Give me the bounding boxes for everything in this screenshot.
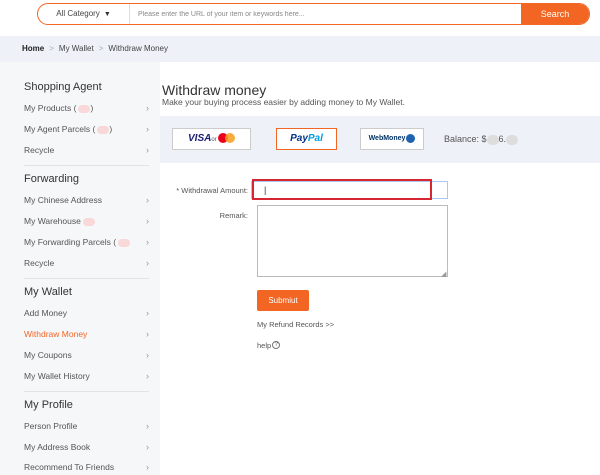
page-subtitle: Make your buying process easier by addin…	[162, 97, 405, 107]
sidebar-item-label: My Wallet History	[24, 371, 90, 381]
blurred-balance	[486, 134, 499, 145]
category-label: All Category	[56, 9, 100, 18]
sidebar-item-label: My Forwarding Parcels (	[24, 237, 117, 247]
search-input[interactable]	[138, 4, 518, 24]
breadcrumb-my-wallet[interactable]: My Wallet	[59, 44, 94, 53]
sidebar-item-label: My Coupons	[24, 350, 72, 360]
chevron-right-icon: ›	[146, 258, 149, 268]
sidebar-item-label: Recycle	[24, 145, 55, 155]
sidebar-item-label: My Agent Parcels (	[24, 124, 96, 134]
balance-display: Balance: $ 6.	[444, 134, 519, 145]
chevron-right-icon: ›	[146, 145, 149, 155]
help-label: help	[257, 341, 272, 350]
sidebar-item-label: Withdraw Money	[24, 329, 88, 339]
withdrawal-amount-input[interactable]: |	[251, 181, 448, 199]
visa-logo: VISA	[188, 133, 212, 144]
sidebar-item-label: Recycle	[24, 258, 55, 268]
chevron-right-icon: ›	[146, 124, 149, 134]
category-select[interactable]: All Category ▼	[38, 4, 130, 24]
or-label: or	[211, 137, 217, 143]
paypal-option[interactable]: PayPal	[276, 128, 337, 150]
blurred-count	[118, 238, 131, 247]
sidebar-item-my-forwarding-parcels[interactable]: My Forwarding Parcels ( ›	[24, 235, 149, 249]
sidebar-item-recycle-forwarding[interactable]: Recycle ›	[24, 256, 149, 270]
paypal-logo-pay: Pay	[290, 133, 308, 144]
refund-records-link[interactable]: My Refund Records >>	[257, 320, 334, 329]
chevron-right-icon: ›	[146, 195, 149, 205]
withdrawal-amount-label: * Withdrawal Amount:	[176, 186, 248, 195]
sidebar-item-my-address-book[interactable]: My Address Book ›	[24, 440, 149, 454]
blurred-balance	[506, 134, 519, 145]
visa-mastercard-option[interactable]: VISAor	[172, 128, 251, 150]
breadcrumb: Home > My Wallet > Withdraw Money	[0, 36, 600, 62]
sidebar-item-label: Person Profile	[24, 421, 78, 431]
sidebar-item-label: My Warehouse	[24, 216, 81, 226]
divider	[24, 165, 149, 166]
webmoney-option[interactable]: WebMoney	[360, 128, 424, 150]
sidebar-item-label: Add Money	[24, 308, 67, 318]
balance-label: Balance: $	[444, 134, 487, 144]
sidebar-item-my-coupons[interactable]: My Coupons ›	[24, 348, 149, 362]
question-icon: ?	[272, 341, 281, 349]
balance-tail: 6.	[498, 134, 507, 144]
chevron-right-icon: ›	[146, 329, 149, 339]
sidebar-item-label: My Products (	[24, 103, 77, 113]
sidebar-section-my-profile: My Profile	[24, 399, 73, 411]
chevron-right-icon: ›	[146, 216, 149, 226]
sidebar-item-label: My Address Book	[24, 442, 91, 452]
divider	[24, 391, 149, 392]
chevron-right-icon: ›	[146, 371, 149, 381]
sidebar-item-my-warehouse[interactable]: My Warehouse ›	[24, 214, 149, 228]
sidebar-item-withdraw-money[interactable]: Withdraw Money ›	[24, 327, 149, 341]
chevron-right-icon: >	[98, 44, 104, 53]
chevron-right-icon: ›	[146, 103, 149, 113]
sidebar-item-my-products[interactable]: My Products () ›	[24, 101, 149, 115]
chevron-right-icon: ›	[146, 308, 149, 318]
sidebar-item-recycle[interactable]: Recycle ›	[24, 143, 149, 157]
page-title: Withdraw money	[162, 82, 267, 98]
resize-grip-icon[interactable]: ◢	[441, 270, 446, 278]
paypal-logo-pal: Pal	[307, 133, 323, 144]
sidebar-item-add-money[interactable]: Add Money ›	[24, 306, 149, 320]
remark-label: Remark:	[219, 211, 248, 220]
caret-down-icon: ▼	[103, 11, 111, 18]
sidebar-item-label: Recommend To Friends	[24, 462, 115, 472]
webmoney-globe-icon	[406, 133, 416, 143]
search-button[interactable]: Search	[521, 4, 589, 24]
blurred-count	[97, 125, 110, 134]
chevron-right-icon: ›	[146, 350, 149, 360]
divider	[24, 278, 149, 279]
webmoney-logo: WebMoney	[368, 135, 406, 142]
sidebar-section-forwarding: Forwarding	[24, 173, 80, 185]
payment-method-panel: VISAor PayPal WebMoney Balance: $ 6.	[160, 116, 600, 163]
remark-textarea[interactable]	[257, 205, 448, 277]
submit-button[interactable]: Submiut	[257, 290, 309, 311]
search-bar: All Category▼ Search	[37, 3, 590, 25]
sidebar-item-recommend-to-friends[interactable]: Recommend To Friends ›	[24, 460, 149, 474]
chevron-right-icon: ›	[146, 237, 149, 247]
chevron-right-icon: ›	[146, 421, 149, 431]
breadcrumb-home[interactable]: Home	[22, 44, 44, 53]
chevron-right-icon: >	[49, 44, 54, 53]
help-link[interactable]: help?	[257, 341, 281, 350]
mastercard-icon	[217, 133, 236, 144]
chevron-right-icon: ›	[146, 462, 149, 472]
blurred-count	[78, 104, 91, 113]
sidebar-item-person-profile[interactable]: Person Profile ›	[24, 419, 149, 433]
sidebar-section-my-wallet: My Wallet	[24, 286, 72, 298]
sidebar-item-my-chinese-address[interactable]: My Chinese Address ›	[24, 193, 149, 207]
sidebar-item-my-agent-parcels[interactable]: My Agent Parcels () ›	[24, 122, 149, 136]
blurred-count	[82, 217, 95, 226]
sidebar-section-shopping-agent: Shopping Agent	[24, 81, 102, 93]
breadcrumb-withdraw-money: Withdraw Money	[108, 44, 168, 53]
sidebar-item-label: My Chinese Address	[24, 195, 102, 205]
sidebar-item-my-wallet-history[interactable]: My Wallet History ›	[24, 369, 149, 383]
chevron-right-icon: ›	[146, 442, 149, 452]
